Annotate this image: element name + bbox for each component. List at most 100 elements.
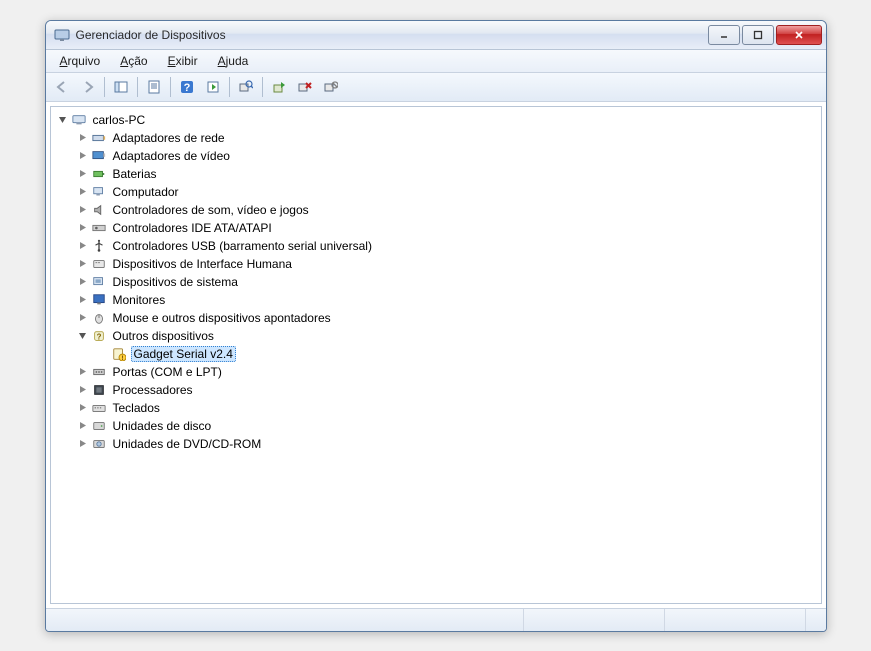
tree-category[interactable]: Mouse e outros dispositivos apontadores bbox=[77, 309, 819, 327]
tree-category-label[interactable]: Processadores bbox=[111, 383, 195, 397]
expand-icon[interactable] bbox=[77, 402, 89, 414]
expand-icon[interactable] bbox=[77, 150, 89, 162]
tree-root[interactable]: carlos-PC bbox=[57, 111, 819, 129]
tree-category-label[interactable]: Adaptadores de rede bbox=[111, 131, 227, 145]
expand-icon[interactable] bbox=[77, 132, 89, 144]
collapse-icon[interactable] bbox=[77, 330, 89, 342]
expand-icon[interactable] bbox=[77, 420, 89, 432]
back-button[interactable] bbox=[50, 76, 74, 98]
tree-category-label[interactable]: Controladores de som, vídeo e jogos bbox=[111, 203, 311, 217]
tree-category[interactable]: Baterias bbox=[77, 165, 819, 183]
window-title: Gerenciador de Dispositivos bbox=[76, 28, 708, 42]
tree-category[interactable]: Controladores USB (barramento serial uni… bbox=[77, 237, 819, 255]
expand-icon[interactable] bbox=[77, 204, 89, 216]
titlebar[interactable]: Gerenciador de Dispositivos bbox=[46, 21, 826, 50]
tree-category[interactable]: Monitores bbox=[77, 291, 819, 309]
tree-root-label[interactable]: carlos-PC bbox=[91, 113, 148, 127]
tree-category[interactable]: Unidades de DVD/CD-ROM bbox=[77, 435, 819, 453]
maximize-button[interactable] bbox=[742, 25, 774, 45]
tree-category[interactable]: Unidades de disco bbox=[77, 417, 819, 435]
monitor-icon bbox=[91, 292, 107, 308]
tree-category[interactable]: Adaptadores de rede bbox=[77, 129, 819, 147]
usb-icon bbox=[91, 238, 107, 254]
tree-category-label[interactable]: Controladores IDE ATA/ATAPI bbox=[111, 221, 274, 235]
expand-icon[interactable] bbox=[77, 312, 89, 324]
tree-category-label[interactable]: Teclados bbox=[111, 401, 162, 415]
warning-device-icon: ! bbox=[111, 346, 127, 362]
tree-category-label[interactable]: Unidades de DVD/CD-ROM bbox=[111, 437, 264, 451]
expand-icon[interactable] bbox=[77, 258, 89, 270]
help-button[interactable]: ? bbox=[175, 76, 199, 98]
tree-category[interactable]: Controladores de som, vídeo e jogos bbox=[77, 201, 819, 219]
svg-text:?: ? bbox=[183, 82, 190, 94]
forward-button[interactable] bbox=[76, 76, 100, 98]
unknown-device-icon: ? bbox=[91, 328, 107, 344]
tree-category[interactable]: Dispositivos de sistema bbox=[77, 273, 819, 291]
menu-view[interactable]: Exibir bbox=[158, 52, 208, 70]
minimize-button[interactable] bbox=[708, 25, 740, 45]
expand-icon[interactable] bbox=[77, 168, 89, 180]
processor-icon bbox=[91, 382, 107, 398]
svg-text:!: ! bbox=[121, 355, 123, 361]
menu-file[interactable]: Arquivo bbox=[50, 52, 111, 70]
menu-help[interactable]: Ajuda bbox=[208, 52, 259, 70]
optical-drive-icon bbox=[91, 436, 107, 452]
status-cell bbox=[665, 609, 806, 631]
tree-category[interactable]: ? Outros dispositivos bbox=[77, 327, 819, 345]
svg-text:?: ? bbox=[96, 332, 101, 341]
tree-category[interactable]: Controladores IDE ATA/ATAPI bbox=[77, 219, 819, 237]
keyboard-icon bbox=[91, 400, 107, 416]
menubar: Arquivo Ação Exibir Ajuda bbox=[46, 50, 826, 73]
close-button[interactable] bbox=[776, 25, 822, 45]
expand-icon[interactable] bbox=[77, 186, 89, 198]
collapse-icon[interactable] bbox=[57, 114, 69, 126]
tree-category-label[interactable]: Dispositivos de sistema bbox=[111, 275, 240, 289]
tree-view[interactable]: carlos-PC Adaptadores de rede Adaptadores… bbox=[50, 106, 822, 604]
port-icon bbox=[91, 364, 107, 380]
menu-action[interactable]: Ação bbox=[110, 52, 157, 70]
tree-category[interactable]: Processadores bbox=[77, 381, 819, 399]
tree-category-label[interactable]: Computador bbox=[111, 185, 181, 199]
expand-icon[interactable] bbox=[77, 294, 89, 306]
speaker-icon bbox=[91, 202, 107, 218]
tree-category-label[interactable]: Controladores USB (barramento serial uni… bbox=[111, 239, 374, 253]
scan-hardware-button[interactable] bbox=[234, 76, 258, 98]
ide-controller-icon bbox=[91, 220, 107, 236]
status-cell bbox=[46, 609, 524, 631]
computer-root-icon bbox=[71, 112, 87, 128]
expand-icon[interactable] bbox=[77, 222, 89, 234]
action-button[interactable] bbox=[201, 76, 225, 98]
tree-category-label[interactable]: Mouse e outros dispositivos apontadores bbox=[111, 311, 333, 325]
tree-category[interactable]: Portas (COM e LPT) bbox=[77, 363, 819, 381]
tree-category-label[interactable]: Monitores bbox=[111, 293, 168, 307]
resize-grip[interactable] bbox=[806, 609, 826, 631]
tree-category-label[interactable]: Baterias bbox=[111, 167, 159, 181]
tree-category-label[interactable]: Unidades de disco bbox=[111, 419, 214, 433]
battery-icon bbox=[91, 166, 107, 182]
hid-icon bbox=[91, 256, 107, 272]
tree-category[interactable]: Adaptadores de vídeo bbox=[77, 147, 819, 165]
disable-button[interactable] bbox=[319, 76, 343, 98]
toolbar: ? bbox=[46, 73, 826, 102]
expand-icon[interactable] bbox=[77, 384, 89, 396]
tree-device-label[interactable]: Gadget Serial v2.4 bbox=[131, 346, 236, 362]
properties-button[interactable] bbox=[142, 76, 166, 98]
expand-icon[interactable] bbox=[77, 438, 89, 450]
tree-category-label[interactable]: Dispositivos de Interface Humana bbox=[111, 257, 294, 271]
status-cell bbox=[524, 609, 665, 631]
computer-icon bbox=[91, 184, 107, 200]
tree-category[interactable]: Dispositivos de Interface Humana bbox=[77, 255, 819, 273]
window-buttons bbox=[708, 25, 822, 45]
expand-icon[interactable] bbox=[77, 240, 89, 252]
tree-device[interactable]: ! Gadget Serial v2.4 bbox=[97, 345, 819, 363]
expand-icon[interactable] bbox=[77, 276, 89, 288]
tree-category-label[interactable]: Adaptadores de vídeo bbox=[111, 149, 232, 163]
expand-icon[interactable] bbox=[77, 366, 89, 378]
uninstall-button[interactable] bbox=[293, 76, 317, 98]
show-hide-tree-button[interactable] bbox=[109, 76, 133, 98]
tree-category[interactable]: Computador bbox=[77, 183, 819, 201]
tree-category-label[interactable]: Outros dispositivos bbox=[111, 329, 216, 343]
tree-category-label[interactable]: Portas (COM e LPT) bbox=[111, 365, 224, 379]
update-driver-button[interactable] bbox=[267, 76, 291, 98]
tree-category[interactable]: Teclados bbox=[77, 399, 819, 417]
